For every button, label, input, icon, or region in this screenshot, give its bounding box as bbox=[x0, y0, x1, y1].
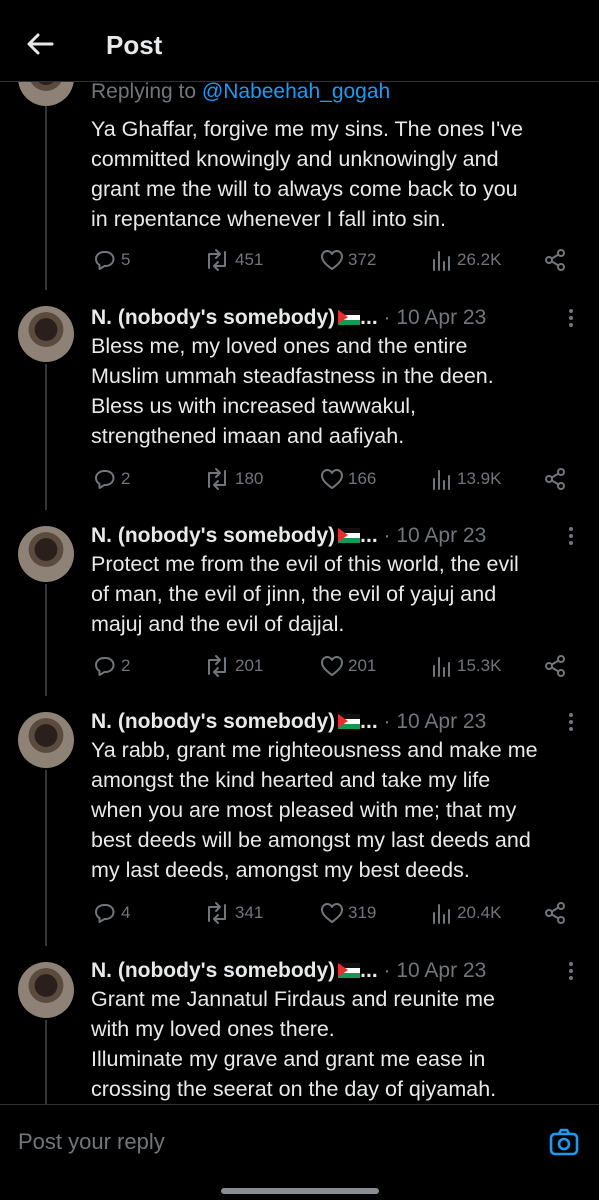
like-button[interactable]: 201 bbox=[320, 654, 376, 678]
palestine-flag-icon bbox=[338, 714, 361, 729]
repost-button[interactable]: 341 bbox=[203, 901, 263, 925]
bar-chart-icon bbox=[433, 904, 450, 924]
speech-bubble-icon bbox=[95, 251, 115, 270]
thread-line bbox=[45, 1020, 47, 1104]
share-icon bbox=[545, 655, 565, 677]
tweet-header: N. (nobody's somebody)... · 10 Apr 23 bbox=[91, 959, 487, 982]
mention-link[interactable]: @Nabeehah_gogah bbox=[202, 80, 390, 103]
tweet[interactable]: N. (nobody's somebody)... · 10 Apr 23 Bl… bbox=[0, 290, 599, 510]
repost-icon bbox=[208, 249, 226, 271]
repost-button[interactable]: 201 bbox=[203, 654, 263, 678]
tweet-text: Ya rabb, grant me righteousness and make… bbox=[91, 738, 538, 882]
reply-button[interactable]: 2 bbox=[93, 654, 130, 678]
tweet-header: N. (nobody's somebody)... · 10 Apr 23 bbox=[91, 710, 487, 733]
heart-icon bbox=[321, 656, 343, 676]
tweet-text: Bless me, my loved ones and the entire M… bbox=[91, 334, 494, 448]
share-icon bbox=[545, 249, 565, 271]
heart-icon bbox=[321, 469, 343, 489]
page-title: Post bbox=[106, 30, 163, 60]
avatar[interactable] bbox=[18, 712, 74, 768]
avatar[interactable] bbox=[18, 526, 74, 582]
bar-chart-icon bbox=[433, 470, 450, 490]
like-button[interactable]: 372 bbox=[320, 248, 376, 272]
more-vertical-icon[interactable] bbox=[567, 307, 575, 329]
reply-button[interactable]: 4 bbox=[93, 901, 130, 925]
more-vertical-icon[interactable] bbox=[567, 960, 575, 982]
repost-icon bbox=[208, 902, 226, 924]
reply-composer: Post your reply bbox=[0, 1104, 599, 1200]
like-button[interactable]: 319 bbox=[320, 901, 376, 925]
repost-button[interactable]: 451 bbox=[203, 248, 263, 272]
palestine-flag-icon bbox=[338, 310, 361, 325]
tweet-text: Grant me Jannatul Firdaus and reunite me… bbox=[91, 987, 497, 1101]
reply-input[interactable]: Post your reply bbox=[18, 1129, 165, 1155]
camera-icon[interactable] bbox=[549, 1127, 579, 1157]
timestamp[interactable]: · 10 Apr 23 bbox=[384, 306, 487, 329]
reply-button[interactable]: 5 bbox=[93, 248, 130, 272]
action-bar: 5 451 372 26.2K bbox=[0, 248, 599, 276]
bar-chart-icon bbox=[433, 657, 450, 677]
arrow-left-icon[interactable] bbox=[24, 28, 56, 60]
top-bar: Post bbox=[0, 0, 599, 82]
tweet[interactable]: N. (nobody's somebody)... · 10 Apr 23 Ya… bbox=[0, 696, 599, 946]
share-icon bbox=[545, 902, 565, 924]
speech-bubble-icon bbox=[95, 657, 115, 676]
reply-button[interactable]: 2 bbox=[93, 467, 130, 491]
views-button[interactable]: 26.2K bbox=[431, 248, 501, 272]
display-name[interactable]: N. (nobody's somebody) bbox=[91, 306, 335, 329]
speech-bubble-icon bbox=[95, 470, 115, 489]
palestine-flag-icon bbox=[338, 963, 361, 978]
tweet-text: Ya Ghaffar, forgive me my sins. The ones… bbox=[91, 117, 523, 231]
repost-icon bbox=[208, 468, 226, 490]
speech-bubble-icon bbox=[95, 904, 115, 923]
timestamp[interactable]: · 10 Apr 23 bbox=[384, 710, 487, 733]
action-bar: 4 341 319 20.4K bbox=[0, 901, 599, 929]
display-name[interactable]: N. (nobody's somebody) bbox=[91, 524, 335, 547]
bar-chart-icon bbox=[433, 251, 450, 271]
share-button[interactable] bbox=[543, 901, 567, 925]
share-button[interactable] bbox=[543, 467, 567, 491]
avatar[interactable] bbox=[18, 306, 74, 362]
action-bar: 2 201 201 15.3K bbox=[0, 654, 599, 682]
more-vertical-icon[interactable] bbox=[567, 525, 575, 547]
palestine-flag-icon bbox=[338, 528, 361, 543]
timestamp[interactable]: · 10 Apr 23 bbox=[384, 524, 487, 547]
tweet[interactable]: N. (nobody's somebody)... · 10 Apr 23 Pr… bbox=[0, 510, 599, 696]
share-button[interactable] bbox=[543, 248, 567, 272]
timestamp[interactable]: · 10 Apr 23 bbox=[384, 959, 487, 982]
action-bar: 2 180 166 13.9K bbox=[0, 467, 599, 495]
heart-icon bbox=[321, 903, 343, 923]
heart-icon bbox=[321, 250, 343, 270]
tweet[interactable]: N. (nobody's somebody)... · 10 Apr 23 Gr… bbox=[0, 946, 599, 1104]
views-button[interactable]: 15.3K bbox=[431, 654, 501, 678]
tweet-text: Protect me from the evil of this world, … bbox=[91, 552, 519, 636]
home-indicator[interactable] bbox=[221, 1188, 379, 1194]
views-button[interactable]: 13.9K bbox=[431, 467, 501, 491]
repost-button[interactable]: 180 bbox=[203, 467, 263, 491]
like-button[interactable]: 166 bbox=[320, 467, 376, 491]
tweet-header: N. (nobody's somebody)... · 10 Apr 23 bbox=[91, 524, 487, 547]
tweet-header: N. (nobody's somebody)... · 10 Apr 23 bbox=[91, 306, 487, 329]
share-button[interactable] bbox=[543, 654, 567, 678]
repost-icon bbox=[208, 655, 226, 677]
share-icon bbox=[545, 468, 565, 490]
replying-to: Replying to @Nabeehah_gogah bbox=[91, 80, 391, 103]
display-name[interactable]: N. (nobody's somebody) bbox=[91, 710, 335, 733]
avatar[interactable] bbox=[18, 962, 74, 1018]
display-name[interactable]: N. (nobody's somebody) bbox=[91, 959, 335, 982]
more-vertical-icon[interactable] bbox=[567, 711, 575, 733]
views-button[interactable]: 20.4K bbox=[431, 901, 501, 925]
